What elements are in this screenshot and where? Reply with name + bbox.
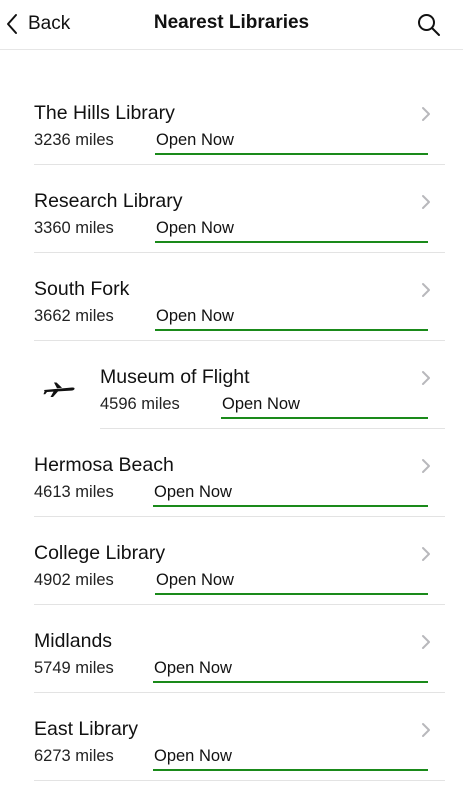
library-row-content: Midlands 5749 miles Open Now	[34, 605, 445, 693]
library-name: The Hills Library	[34, 102, 175, 124]
library-distance: 3662 miles	[34, 307, 114, 325]
library-name: Museum of Flight	[100, 366, 250, 388]
navigation-bar: Back Nearest Libraries	[0, 0, 463, 50]
library-name: Hermosa Beach	[34, 454, 174, 476]
library-distance: 4596 miles	[100, 395, 180, 413]
chevron-right-icon	[421, 194, 431, 210]
library-row-content: College Library 4902 miles Open Now	[34, 517, 445, 605]
library-name: Midlands	[34, 630, 113, 652]
airplane-icon	[42, 379, 76, 399]
library-row-content: South Fork 3662 miles Open Now	[34, 253, 445, 341]
library-name: East Library	[34, 718, 139, 740]
library-name: South Fork	[34, 278, 130, 300]
open-status: Open Now	[153, 659, 428, 683]
library-distance: 5749 miles	[34, 659, 114, 677]
library-row-content: Research Library 3360 miles Open Now	[34, 165, 445, 253]
library-distance: 3236 miles	[34, 131, 114, 149]
search-button[interactable]	[415, 11, 443, 39]
chevron-right-icon	[421, 546, 431, 562]
library-row[interactable]: Museum of Flight 4596 miles Open Now	[0, 341, 463, 429]
open-status: Open Now	[155, 571, 428, 595]
library-row[interactable]: College Library 4902 miles Open Now	[0, 517, 463, 605]
open-status: Open Now	[155, 307, 428, 331]
open-status: Open Now	[155, 131, 428, 155]
library-row-content: Museum of Flight 4596 miles Open Now	[100, 341, 445, 429]
library-row[interactable]: Midlands 5749 miles Open Now	[0, 605, 463, 693]
library-distance: 4902 miles	[34, 571, 114, 589]
library-row-content: Hermosa Beach 4613 miles Open Now	[34, 429, 445, 517]
library-name: College Library	[34, 542, 166, 564]
chevron-right-icon	[421, 458, 431, 474]
library-distance: 6273 miles	[34, 747, 114, 765]
library-row[interactable]: Research Library 3360 miles Open Now	[0, 165, 463, 253]
open-status: Open Now	[153, 483, 428, 507]
page-title: Nearest Libraries	[153, 12, 310, 33]
library-name: Research Library	[34, 190, 183, 212]
library-row[interactable]: The Hills Library 3236 miles Open Now	[0, 77, 463, 165]
library-row[interactable]: Hermosa Beach 4613 miles Open Now	[0, 429, 463, 517]
open-status: Open Now	[155, 219, 428, 243]
library-distance: 4613 miles	[34, 483, 114, 501]
open-status: Open Now	[153, 747, 428, 771]
open-status: Open Now	[221, 395, 428, 419]
chevron-right-icon	[421, 106, 431, 122]
library-row[interactable]: South Fork 3662 miles Open Now	[0, 253, 463, 341]
chevron-right-icon	[421, 370, 431, 386]
library-row[interactable]: East Library 6273 miles Open Now	[0, 693, 463, 781]
search-icon	[415, 14, 443, 43]
chevron-right-icon	[421, 634, 431, 650]
library-row-content: The Hills Library 3236 miles Open Now	[34, 77, 445, 165]
library-row-content: East Library 6273 miles Open Now	[34, 693, 445, 781]
chevron-right-icon	[421, 282, 431, 298]
library-distance: 3360 miles	[34, 219, 114, 237]
library-list: The Hills Library 3236 miles Open Now Resea…	[0, 77, 463, 781]
chevron-right-icon	[421, 722, 431, 738]
